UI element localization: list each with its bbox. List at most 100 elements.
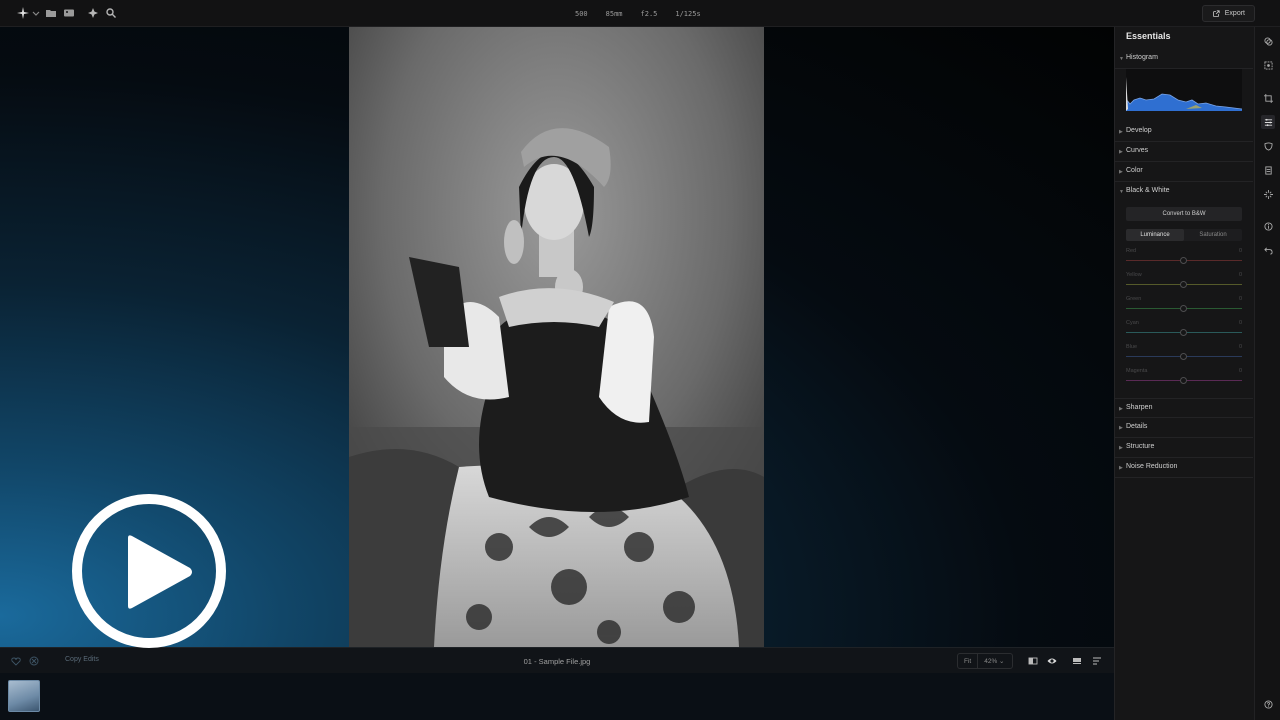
slider-cyan[interactable]: Cyan 0: [1126, 320, 1242, 342]
slider-label: Cyan: [1126, 320, 1139, 326]
zoom-select[interactable]: 42% ⌄: [978, 657, 1010, 665]
chevron-right-icon: ▶: [1119, 129, 1123, 135]
slider-knob[interactable]: [1180, 305, 1187, 312]
play-button[interactable]: [72, 494, 226, 648]
section-label: Sharpen: [1126, 404, 1153, 411]
chevron-right-icon: ▶: [1119, 445, 1123, 451]
section-noise-reduction[interactable]: ▶ Noise Reduction: [1115, 458, 1253, 478]
crop-icon[interactable]: [1261, 91, 1275, 105]
reject-icon[interactable]: [28, 655, 40, 667]
slider-value: 0: [1238, 368, 1242, 374]
filmstrip-icon[interactable]: [1071, 655, 1083, 667]
chevron-right-icon: ▶: [1119, 149, 1123, 155]
photo-preview: [349, 27, 764, 647]
fit-button[interactable]: Fit: [958, 658, 977, 665]
slider-yellow[interactable]: Yellow 0: [1126, 272, 1242, 294]
section-structure[interactable]: ▶ Structure: [1115, 438, 1253, 458]
slider-label: Green: [1126, 296, 1142, 302]
folder-icon[interactable]: [44, 6, 58, 20]
section-details[interactable]: ▶ Details: [1115, 418, 1253, 438]
slider-value: 0: [1238, 248, 1242, 254]
effects-icon[interactable]: [1261, 187, 1275, 201]
slider-label: Blue: [1126, 344, 1138, 350]
slider-label: Yellow: [1126, 272, 1142, 278]
slider-magenta[interactable]: Magenta 0: [1126, 368, 1242, 390]
help-icon[interactable]: [1261, 697, 1275, 711]
slider-label: Magenta: [1126, 368, 1148, 374]
slider-knob[interactable]: [1180, 353, 1187, 360]
section-sharpen[interactable]: ▶ Sharpen: [1115, 398, 1253, 418]
eye-icon[interactable]: [1046, 655, 1058, 667]
exif-iso: 500: [575, 9, 588, 18]
convert-bw-button[interactable]: Convert to B&W: [1126, 207, 1242, 221]
sparkle-icon[interactable]: [86, 6, 100, 20]
layers-icon[interactable]: [1261, 34, 1275, 48]
section-label: Develop: [1126, 127, 1152, 134]
presets-icon[interactable]: [1261, 163, 1275, 177]
slider-green[interactable]: Green 0: [1126, 296, 1242, 318]
section-curves[interactable]: ▶ Curves: [1115, 142, 1253, 162]
select-icon[interactable]: [1261, 58, 1275, 72]
sort-icon[interactable]: [1091, 655, 1103, 667]
top-toolbar: 500 85mm f2.5 1/125s Export: [0, 0, 1280, 27]
heart-icon[interactable]: [10, 655, 22, 667]
section-label: Histogram: [1126, 54, 1158, 61]
export-label: Export: [1224, 10, 1245, 17]
gallery-icon[interactable]: [62, 6, 76, 20]
section-histogram[interactable]: ▼ Histogram: [1115, 49, 1253, 69]
exif-shutter: 1/125s: [675, 9, 701, 18]
chevron-down-icon: ▼: [1119, 189, 1124, 195]
app-logo-icon[interactable]: [16, 6, 30, 20]
section-color[interactable]: ▶ Color: [1115, 162, 1253, 182]
slider-value: 0: [1238, 320, 1242, 326]
slider-value: 0: [1238, 344, 1242, 350]
zoom-control[interactable]: Fit 42% ⌄: [957, 653, 1013, 669]
filmstrip-thumbnail[interactable]: [8, 680, 40, 712]
tool-rail: [1254, 27, 1280, 720]
chevron-down-icon: ▼: [1119, 56, 1124, 62]
slider-knob[interactable]: [1180, 377, 1187, 384]
histogram: [1125, 69, 1243, 111]
slider-knob[interactable]: [1180, 281, 1187, 288]
slider-label: Red: [1126, 248, 1137, 254]
exif-info: 500 85mm f2.5 1/125s: [575, 0, 701, 27]
panel-title: Essentials: [1126, 31, 1171, 41]
info-icon[interactable]: [1261, 219, 1275, 233]
chevron-right-icon: ▶: [1119, 465, 1123, 471]
export-icon: [1212, 9, 1220, 17]
slider-knob[interactable]: [1180, 257, 1187, 264]
chevron-right-icon: ▶: [1119, 425, 1123, 431]
section-black-white[interactable]: ▼ Black & White: [1115, 182, 1253, 202]
adjust-icon[interactable]: [1261, 115, 1275, 129]
chevron-right-icon: ▶: [1119, 406, 1123, 412]
undo-icon[interactable]: [1261, 243, 1275, 257]
slider-red[interactable]: Red 0: [1126, 248, 1242, 270]
bottom-toolbar: Copy Edits 01 - Sample File.jpg Fit 42% …: [0, 647, 1114, 673]
chevron-right-icon: ▶: [1119, 169, 1123, 175]
slider-blue[interactable]: Blue 0: [1126, 344, 1242, 366]
filmstrip: [0, 673, 1114, 720]
section-label: Black & White: [1126, 187, 1170, 194]
section-label: Color: [1126, 167, 1143, 174]
section-label: Structure: [1126, 443, 1155, 450]
copy-edits-button[interactable]: Copy Edits: [65, 656, 99, 663]
slider-knob[interactable]: [1180, 329, 1187, 336]
export-button[interactable]: Export: [1201, 5, 1255, 22]
play-icon: [128, 535, 192, 609]
section-label: Noise Reduction: [1126, 463, 1178, 470]
exif-aperture: f2.5: [640, 9, 658, 18]
section-label: Details: [1126, 423, 1148, 430]
slider-value: 0: [1238, 272, 1242, 278]
app-menu-chevron-icon[interactable]: [29, 6, 43, 20]
section-label: Curves: [1126, 147, 1149, 154]
search-icon[interactable]: [104, 6, 118, 20]
file-name: 01 - Sample File.jpg: [523, 656, 591, 666]
tab-luminance[interactable]: Luminance: [1126, 229, 1184, 241]
mask-icon[interactable]: [1261, 139, 1275, 153]
compare-icon[interactable]: [1027, 655, 1039, 667]
bw-mode-tabs: Luminance Saturation: [1126, 229, 1242, 241]
tab-saturation[interactable]: Saturation: [1184, 229, 1242, 241]
section-develop[interactable]: ▶ Develop: [1115, 122, 1253, 142]
exif-focal-length: 85mm: [605, 9, 623, 18]
adjustments-panel: Essentials ▼ Histogram ▶ Develop ▶ Curve…: [1114, 27, 1254, 720]
